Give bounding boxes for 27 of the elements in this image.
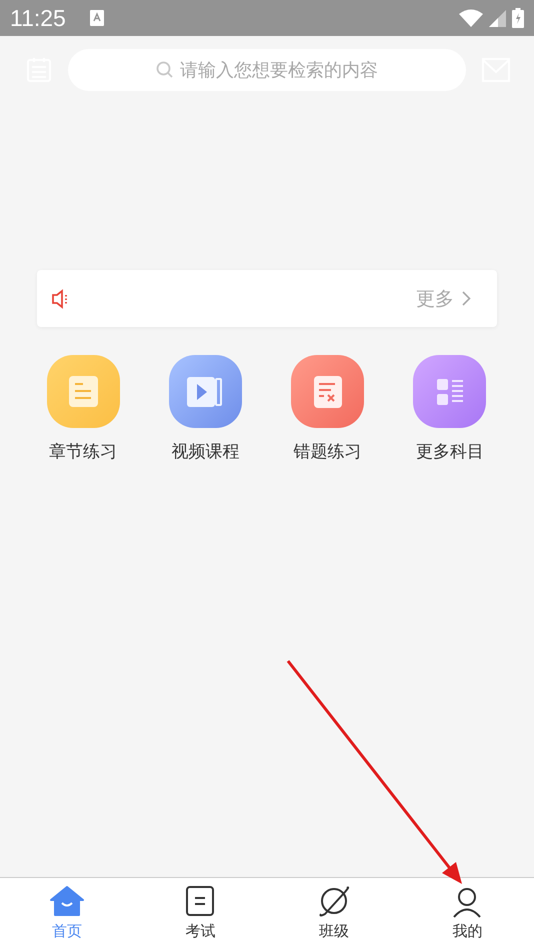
- shortcut-label: 视频课程: [171, 441, 240, 463]
- shortcut-item[interactable]: 更多科目: [402, 355, 498, 463]
- document-cross-icon: [291, 355, 364, 428]
- shortcut-label: 更多科目: [416, 441, 484, 463]
- document-icon: [46, 355, 120, 428]
- video-play-icon: [168, 355, 242, 428]
- wifi-icon: [459, 9, 483, 27]
- chevron-right-icon[interactable]: [462, 291, 471, 306]
- shortcut-item[interactable]: 视频课程: [157, 355, 254, 463]
- clock-time: 11:25: [10, 4, 66, 32]
- shortcut-item[interactable]: 章节练习: [35, 355, 131, 463]
- tab-bar-item[interactable]: 班级: [267, 878, 400, 951]
- planet-icon: [316, 884, 351, 918]
- shortcut-item[interactable]: 错题练习: [280, 355, 376, 463]
- speaker-icon: [51, 288, 69, 308]
- search-icon: [156, 61, 174, 79]
- tab-bar-item[interactable]: 首页: [0, 878, 134, 951]
- search-placeholder: 请输入您想要检索的内容: [180, 59, 378, 82]
- signal-icon: [489, 10, 506, 26]
- battery-icon: [512, 8, 524, 28]
- tab-bar-item[interactable]: 我的: [400, 878, 534, 951]
- keyboard-notification-icon: [90, 10, 104, 26]
- tab-bar-item[interactable]: 考试: [134, 878, 267, 951]
- shortcut-label: 错题练习: [294, 441, 362, 463]
- grid-list-icon: [413, 355, 486, 428]
- home-icon: [50, 884, 84, 918]
- shortcut-label: 章节练习: [49, 441, 117, 463]
